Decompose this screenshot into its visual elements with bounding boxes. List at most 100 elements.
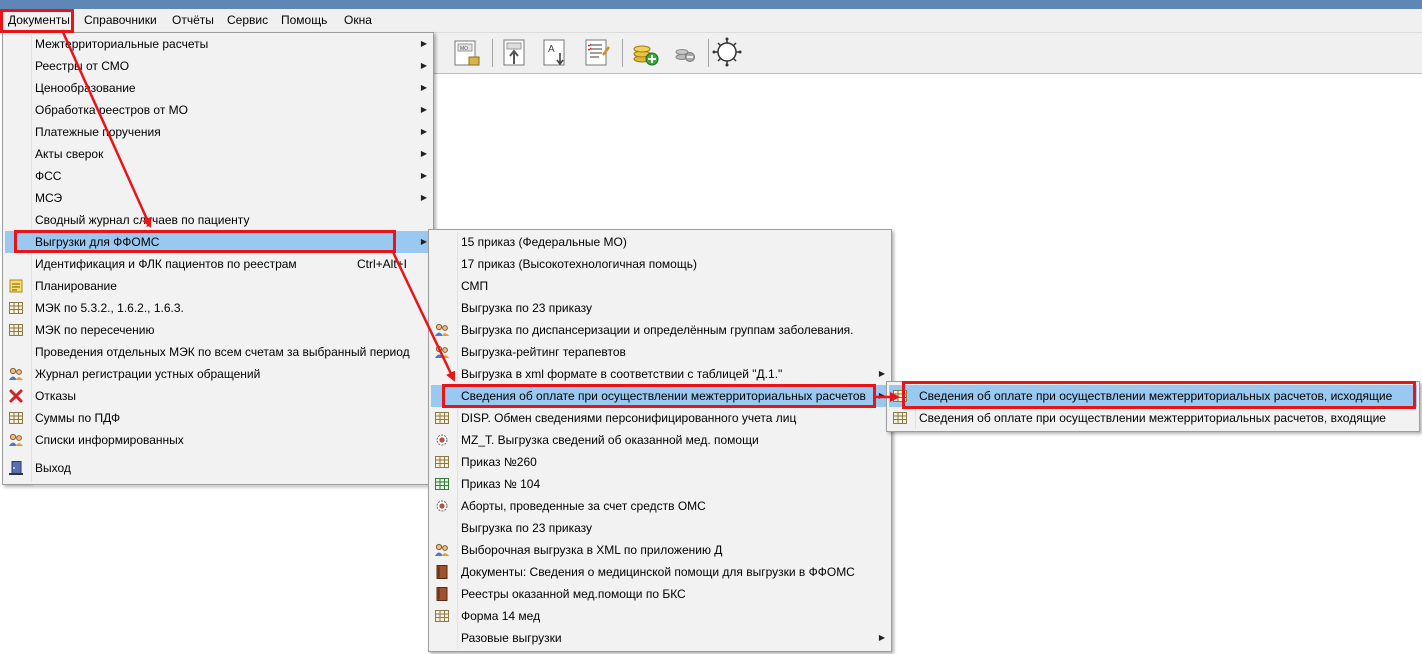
menu-item-label: Сведения об оплате при осуществлении меж… bbox=[919, 411, 1386, 425]
submenu-arrow-icon: ▶ bbox=[420, 149, 427, 158]
menu-item-выгрузка-по-диспансеризации-и-определённ[interactable]: Выгрузка по диспансеризации и определённ… bbox=[431, 319, 889, 341]
submenu-arrow-icon: ▶ bbox=[420, 61, 427, 70]
menu-item-приказ-260[interactable]: Приказ №260 bbox=[431, 451, 889, 473]
green-grid-icon bbox=[434, 476, 450, 492]
menu-item-выборочная-выгрузка-в-xml-по-приложению-[interactable]: Выборочная выгрузка в XML по приложению … bbox=[431, 539, 889, 561]
menu-item-label: Выход bbox=[35, 461, 71, 475]
menu-item-планирование[interactable]: Планирование bbox=[5, 275, 431, 297]
menu-item-ценообразование[interactable]: Ценообразование ▶ bbox=[5, 77, 431, 99]
menu-item-идентификация-и-флк-пациентов-по-реестра[interactable]: Идентификация и ФЛК пациентов по реестра… bbox=[5, 253, 431, 275]
grid-icon bbox=[434, 608, 450, 624]
menu-item-label: Выгрузка-рейтинг терапевтов bbox=[461, 345, 626, 359]
book-icon bbox=[434, 586, 450, 602]
menu-item-суммы-по-пдф[interactable]: Суммы по ПДФ bbox=[5, 407, 431, 429]
menu-item-мсэ[interactable]: МСЭ ▶ bbox=[5, 187, 431, 209]
users-icon bbox=[8, 432, 24, 448]
menu-item-label: Приказ №260 bbox=[461, 455, 537, 469]
menu-item-label: Форма 14 мед bbox=[461, 609, 541, 623]
menu-item-акты-сверок[interactable]: Акты сверок ▶ bbox=[5, 143, 431, 165]
menu-item-сводный-журнал-случаев-по-пациенту[interactable]: Сводный журнал случаев по пациенту bbox=[5, 209, 431, 231]
add-coins-icon[interactable] bbox=[630, 37, 660, 67]
menu-service[interactable]: Сервис bbox=[221, 9, 274, 32]
menu-item-документы-сведения-о-медицинской-помощи-[interactable]: Документы: Сведения о медицинской помощи… bbox=[431, 561, 889, 583]
menu-item-выгрузка-рейтинг-терапевтов[interactable]: Выгрузка-рейтинг терапевтов bbox=[431, 341, 889, 363]
menu-item-label: Реестры от СМО bbox=[35, 59, 130, 73]
menu-item-label: Документы: Сведения о медицинской помощи… bbox=[461, 565, 855, 579]
menu-item-выгрузка-по-23-приказу[interactable]: Выгрузка по 23 приказу bbox=[431, 297, 889, 319]
menu-item-label: Выборочная выгрузка в XML по приложению … bbox=[461, 543, 723, 557]
submenu-arrow-icon: ▶ bbox=[420, 171, 427, 180]
menu-item-разовые-выгрузки[interactable]: Разовые выгрузки ▶ bbox=[431, 627, 889, 649]
menu-item-label: Обработка реестров от МО bbox=[35, 103, 188, 117]
toolbar-separator bbox=[708, 39, 709, 67]
menu-item-аборты-проведенные-за-счет-средств-омс[interactable]: Аборты, проведенные за счет средств ОМС bbox=[431, 495, 889, 517]
remove-coins-icon[interactable] bbox=[670, 37, 700, 67]
menu-help[interactable]: Помощь bbox=[275, 9, 333, 32]
menu-item-реестры-оказанной-мед-помощи-по-бкс[interactable]: Реестры оказанной мед.помощи по БКС bbox=[431, 583, 889, 605]
users-icon bbox=[434, 344, 450, 360]
menu-item-приказ-104[interactable]: Приказ № 104 bbox=[431, 473, 889, 495]
menu-item-label: Приказ № 104 bbox=[461, 477, 541, 491]
menu-item-выход[interactable]: Выход bbox=[5, 457, 431, 479]
grid-icon bbox=[8, 410, 24, 426]
grid-icon bbox=[892, 410, 908, 426]
svg-text:MO: MO bbox=[460, 46, 468, 52]
menu-item-отказы[interactable]: Отказы bbox=[5, 385, 431, 407]
menu-item-сведения-об-оплате-при-осуществлении-меж[interactable]: Сведения об оплате при осуществлении меж… bbox=[431, 385, 889, 407]
menu-item-фсс[interactable]: ФСС ▶ bbox=[5, 165, 431, 187]
menu-item-смп[interactable]: СМП bbox=[431, 275, 889, 297]
menu-item-мэк-по-пересечению[interactable]: МЭК по пересечению bbox=[5, 319, 431, 341]
menu-item-выгрузка-по-23-приказу[interactable]: Выгрузка по 23 приказу bbox=[431, 517, 889, 539]
grid-icon bbox=[434, 454, 450, 470]
checklist-icon[interactable] bbox=[582, 37, 612, 67]
menu-item-списки-информированных[interactable]: Списки информированных bbox=[5, 429, 431, 451]
menu-item-сведения-об-оплате-при-осуществлении-меж[interactable]: Сведения об оплате при осуществлении меж… bbox=[889, 407, 1417, 429]
menu-item-label: МЭК по пересечению bbox=[35, 323, 155, 337]
menu-item-mz-t-выгрузка-сведений-об-оказанной-мед-[interactable]: MZ_T. Выгрузка сведений об оказанной мед… bbox=[431, 429, 889, 451]
menu-item-сведения-об-оплате-при-осуществлении-меж[interactable]: Сведения об оплате при осуществлении меж… bbox=[889, 385, 1417, 407]
menu-item-label: Суммы по ПДФ bbox=[35, 411, 121, 425]
menu-item-выгрузка-в-xml-формате-в-соответствии-с-[interactable]: Выгрузка в xml формате в соответствии с … bbox=[431, 363, 889, 385]
menu-references[interactable]: Справочники bbox=[78, 9, 163, 32]
menu-item-label: Выгрузка по 23 приказу bbox=[461, 521, 593, 535]
menu-item-17-приказ-высокотехнологичная-помощь[interactable]: 17 приказ (Высокотехнологичная помощь) bbox=[431, 253, 889, 275]
menu-item-label: Аборты, проведенные за счет средств ОМС bbox=[461, 499, 706, 513]
submenu-arrow-icon: ▶ bbox=[420, 193, 427, 202]
menu-item-мэк-по-5-3-2-1-6-2-1-6-3[interactable]: МЭК по 5.3.2., 1.6.2., 1.6.3. bbox=[5, 297, 431, 319]
menu-windows[interactable]: Окна bbox=[338, 9, 378, 32]
menu-item-label: Идентификация и ФЛК пациентов по реестра… bbox=[35, 257, 297, 271]
exit-door-icon bbox=[8, 460, 24, 476]
menu-bar: Документы Справочники Отчёты Сервис Помо… bbox=[0, 9, 1422, 33]
menu-item-межтерриториальные-расчеты[interactable]: Межтерриториальные расчеты ▶ bbox=[5, 33, 431, 55]
menu-item-label: ФСС bbox=[35, 169, 62, 183]
menu-item-реестры-от-смо[interactable]: Реестры от СМО ▶ bbox=[5, 55, 431, 77]
menu-item-проведения-отдельных-мэк-по-всем-счетам-[interactable]: Проведения отдельных МЭК по всем счетам … bbox=[5, 341, 431, 363]
menu-item-label: MZ_T. Выгрузка сведений об оказанной мед… bbox=[461, 433, 759, 447]
menu-item-форма-14-мед[interactable]: Форма 14 мед bbox=[431, 605, 889, 627]
font-download-icon[interactable]: A bbox=[540, 37, 570, 67]
menu-item-label: Выгрузка по 23 приказу bbox=[461, 301, 593, 315]
red-x-icon bbox=[8, 388, 24, 404]
menu-item-disp-обмен-сведениями-персонифицированно[interactable]: DISP. Обмен сведениями персонифицированн… bbox=[431, 407, 889, 429]
menu-item-15-приказ-федеральные-мо[interactable]: 15 приказ (Федеральные МО) bbox=[431, 231, 889, 253]
menu-documents[interactable]: Документы bbox=[2, 9, 76, 32]
menu-item-label: Планирование bbox=[35, 279, 117, 293]
menu-item-выгрузки-для-ффомс[interactable]: Выгрузки для ФФОМС ▶ bbox=[5, 231, 431, 253]
mo-form-icon[interactable]: MO bbox=[452, 37, 482, 67]
menu-item-label: Разовые выгрузки bbox=[461, 631, 562, 645]
submenu-arrow-icon: ▶ bbox=[420, 105, 427, 114]
menu-item-label: Сводный журнал случаев по пациенту bbox=[35, 213, 250, 227]
shortcut-label: Ctrl+Alt+I bbox=[357, 257, 408, 271]
upload-icon[interactable] bbox=[500, 37, 530, 67]
menu-item-label: Реестры оказанной мед.помощи по БКС bbox=[461, 587, 686, 601]
toolbar-separator bbox=[622, 39, 623, 67]
menu-item-обработка-реестров-от-мо[interactable]: Обработка реестров от МО ▶ bbox=[5, 99, 431, 121]
menu-reports[interactable]: Отчёты bbox=[166, 9, 220, 32]
menu-item-журнал-регистрации-устных-обращений[interactable]: Журнал регистрации устных обращений bbox=[5, 363, 431, 385]
gear-icon bbox=[434, 498, 450, 514]
covid-icon[interactable] bbox=[712, 37, 742, 67]
menu-item-label: Акты сверок bbox=[35, 147, 104, 161]
submenu-arrow-icon: ▶ bbox=[420, 39, 427, 48]
book-icon bbox=[434, 564, 450, 580]
menu-item-платежные-поручения[interactable]: Платежные поручения ▶ bbox=[5, 121, 431, 143]
